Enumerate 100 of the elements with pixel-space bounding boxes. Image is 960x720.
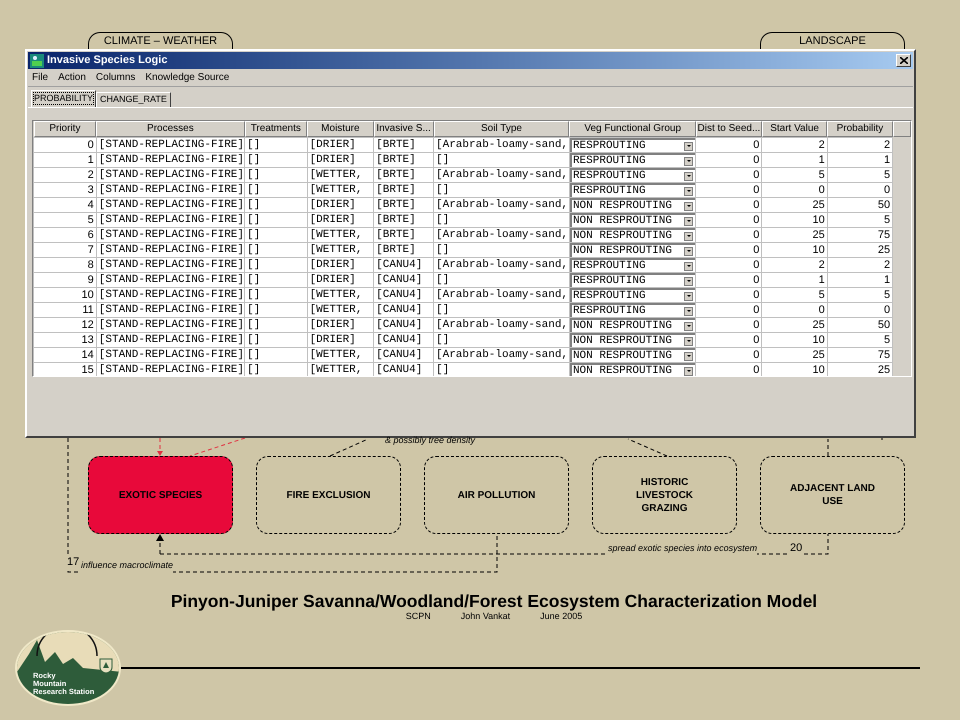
veg-group-dropdown[interactable]: NON RESPROUTING: [570, 318, 696, 332]
table-cell-text: 0: [752, 288, 760, 302]
table-cell-text: 2: [818, 138, 825, 152]
table-cell-text: [STAND-REPLACING-FIRE]: [98, 333, 244, 347]
table-cell-text: 5: [882, 168, 890, 182]
table-cell-text: []: [435, 243, 450, 257]
link-number: 17: [67, 554, 80, 570]
table-cell-text: 9: [86, 273, 94, 287]
column-header[interactable]: Start Value: [762, 121, 828, 137]
column-header[interactable]: Priority: [34, 121, 96, 137]
table-cell-text: []: [246, 258, 262, 272]
veg-group-dropdown[interactable]: RESPROUTING: [570, 183, 696, 197]
veg-group-dropdown[interactable]: RESPROUTING: [570, 288, 696, 302]
table-cell-text: 75: [876, 228, 890, 242]
tab[interactable]: CHANGE_RATE: [96, 92, 171, 107]
table-cell-text: [WETTER,: [308, 228, 364, 242]
table-cell-text: [BRTE]: [375, 153, 417, 167]
table-cell-text: [WETTER,: [308, 183, 364, 197]
table-cell-text: 5: [86, 213, 94, 227]
veg-group-dropdown[interactable]: RESPROUTING: [570, 168, 696, 182]
table-cell-text: []: [435, 153, 450, 167]
table-cell-text: 2: [818, 258, 825, 272]
table-cell-text: []: [435, 183, 450, 197]
veg-group-dropdown[interactable]: RESPROUTING: [570, 153, 696, 167]
table-cell-text: []: [246, 303, 262, 317]
column-header[interactable]: Dist to Seed...: [696, 121, 762, 137]
node-label: EXOTIC SPECIES: [118, 488, 202, 502]
table-cell-text: [BRTE]: [375, 213, 417, 227]
byline-text: SCPN: [406, 611, 431, 622]
table-cell-text: 0: [752, 183, 760, 197]
table-cell-text: [DRIER]: [308, 318, 357, 332]
table-cell-text: [DRIER]: [308, 138, 357, 152]
veg-group-dropdown[interactable]: NON RESPROUTING: [570, 363, 696, 376]
table-cell-text: [WETTER,: [308, 168, 364, 182]
table-cell-text: []: [246, 183, 262, 197]
table-cell-text: [Arabrab-loamy-sand,: [435, 228, 569, 242]
table-cell-text: [BRTE]: [375, 183, 417, 197]
table-cell-text: []: [435, 273, 450, 287]
table-cell-text: 50: [876, 318, 890, 332]
table-cell-text: [STAND-REPLACING-FIRE]: [98, 288, 244, 302]
table-cell-text: [STAND-REPLACING-FIRE]: [98, 228, 244, 242]
veg-group-dropdown[interactable]: NON RESPROUTING: [570, 228, 696, 242]
table-cell-text: [BRTE]: [375, 243, 417, 257]
table-cell-text: 0: [818, 303, 825, 317]
column-header[interactable]: Moisture: [307, 121, 374, 137]
table-cell-text: 5: [882, 333, 890, 347]
table-cell-text: 50: [876, 198, 890, 212]
table-cell-text: [STAND-REPLACING-FIRE]: [98, 183, 244, 197]
column-header[interactable]: Veg Functional Group: [569, 121, 696, 137]
table-cell-text: 5: [818, 288, 825, 302]
veg-group-dropdown[interactable]: NON RESPROUTING: [570, 243, 696, 257]
table-cell-text: [STAND-REPLACING-FIRE]: [98, 213, 244, 227]
veg-group-dropdown[interactable]: RESPROUTING: [570, 258, 696, 272]
menu-item[interactable]: Columns: [96, 70, 136, 85]
veg-group-dropdown[interactable]: RESPROUTING: [570, 273, 696, 287]
veg-group-dropdown[interactable]: RESPROUTING: [570, 138, 696, 152]
table-cell-text: 5: [818, 168, 825, 182]
table-cell-text: 3: [86, 183, 94, 197]
table-cell-text: 1: [818, 273, 825, 287]
table-cell-text: 8: [86, 258, 94, 272]
table-cell-text: [CANU4]: [375, 363, 424, 376]
table-cell-text: [CANU4]: [375, 333, 424, 347]
column-header[interactable]: Invasive S...: [374, 121, 434, 137]
column-header[interactable]: Processes: [96, 121, 245, 137]
table-cell-text: [Arabrab-loamy-sand,: [435, 348, 569, 362]
table-cell-text: [DRIER]: [308, 273, 357, 287]
column-header[interactable]: Soil Type: [434, 121, 570, 137]
table-cell-text: 2: [882, 138, 890, 152]
table-cell-text: []: [246, 363, 262, 376]
menu-item[interactable]: Knowledge Source: [145, 70, 230, 85]
table-cell-text: [DRIER]: [308, 198, 357, 212]
table-cell-text: 5: [882, 288, 890, 302]
table-cell-text: 25: [812, 318, 825, 332]
tab[interactable]: PROBABILITY: [31, 90, 96, 107]
table-cell-text: 25: [812, 228, 825, 242]
table-cell-text: [Arabrab-loamy-sand,: [435, 258, 569, 272]
table-cell-text: [DRIER]: [308, 258, 357, 272]
veg-group-dropdown[interactable]: RESPROUTING: [570, 303, 696, 317]
table-cell-text: 0: [752, 333, 760, 347]
table-cell-text: [STAND-REPLACING-FIRE]: [98, 348, 244, 362]
table-cell-text: []: [246, 288, 262, 302]
menu-item[interactable]: Action: [58, 70, 86, 85]
table-cell-text: []: [246, 138, 262, 152]
veg-group-dropdown[interactable]: NON RESPROUTING: [570, 213, 696, 227]
veg-group-dropdown[interactable]: NON RESPROUTING: [570, 348, 696, 362]
veg-group-dropdown[interactable]: NON RESPROUTING: [570, 333, 696, 347]
table-cell-text: [STAND-REPLACING-FIRE]: [98, 258, 244, 272]
column-header[interactable]: Probability: [827, 121, 893, 137]
table-cell-text: 25: [876, 243, 890, 257]
table-cell-text: []: [246, 348, 262, 362]
table-cell-text: 13: [80, 333, 94, 347]
table-cell-text: 0: [752, 168, 760, 182]
menu-item[interactable]: File: [32, 70, 48, 85]
table-cell-text: [BRTE]: [375, 198, 417, 212]
table-cell-text: 0: [752, 348, 760, 362]
table-cell-text: 11: [81, 303, 94, 317]
table-cell-text: []: [435, 213, 450, 227]
close-button[interactable]: [896, 54, 911, 67]
veg-group-dropdown[interactable]: NON RESPROUTING: [570, 198, 696, 212]
column-header[interactable]: Treatments: [244, 121, 308, 137]
